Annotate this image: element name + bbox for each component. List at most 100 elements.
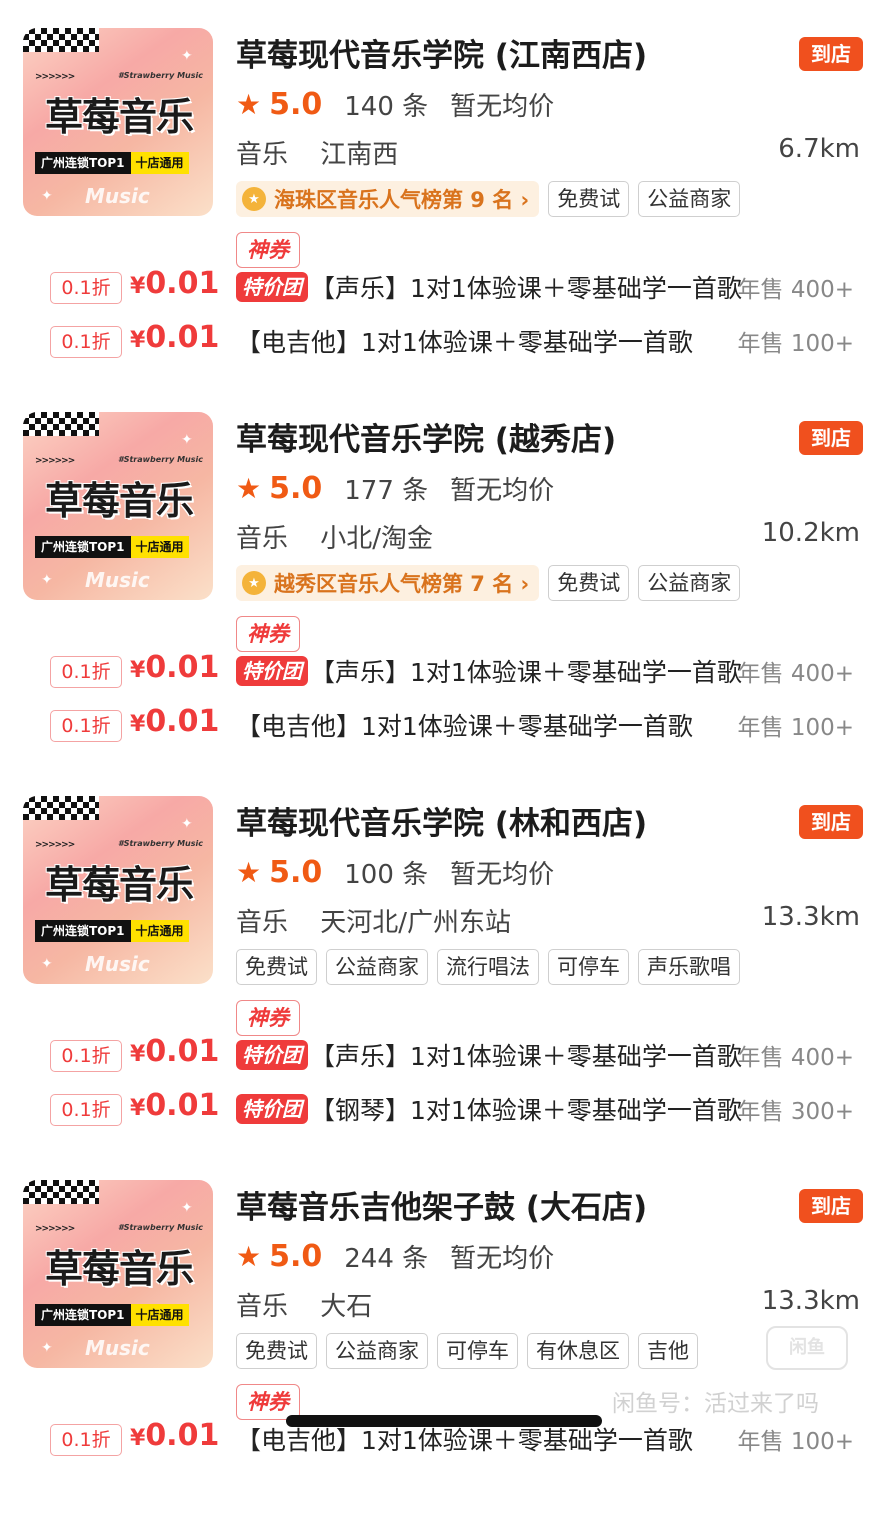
shop-thumbnail[interactable]: >>>>>> #Strawberry Music 草莓音乐 广州连锁TOP1 十… [23, 28, 213, 216]
thumb-band-left: 广州连锁TOP1 [35, 536, 131, 558]
discount-tag: 0.1折 [50, 656, 122, 688]
shop-card[interactable]: >>>>>> #Strawberry Music 草莓音乐 广州连锁TOP1 十… [0, 1152, 886, 1536]
deal-price: ¥0.01 [130, 1418, 219, 1453]
review-count: 244 条 [344, 1243, 429, 1274]
deal-description[interactable]: 特价团 【声乐】1对1体验课＋零基础学一首歌 [236, 652, 806, 690]
tejiatuan-badge: 特价团 [236, 272, 308, 302]
thumb-band-left: 广州连锁TOP1 [35, 920, 131, 942]
category: 音乐 [236, 524, 289, 554]
thumb-band-left: 广州连锁TOP1 [35, 152, 131, 174]
deal-row[interactable]: 0.1折 ¥0.01 特价团 【声乐】1对1体验课＋零基础学一首歌 年售 400… [0, 266, 886, 308]
deal-description[interactable]: 特价团 【钢琴】1对1体验课＋零基础学一首歌 [236, 1090, 806, 1128]
shop-thumbnail[interactable]: >>>>>> #Strawberry Music 草莓音乐 广州连锁TOP1 十… [23, 1180, 213, 1368]
discount-tag: 0.1折 [50, 1424, 122, 1456]
deal-price: ¥0.01 [130, 704, 219, 739]
shop-name[interactable]: 草莓音乐吉他架子鼓 (大石店) [236, 1182, 647, 1227]
deal-description[interactable]: 特价团 【声乐】1对1体验课＋零基础学一首歌 [236, 268, 806, 306]
shop-thumbnail[interactable]: >>>>>> #Strawberry Music 草莓音乐 广州连锁TOP1 十… [23, 412, 213, 600]
deal-row[interactable]: 0.1折 ¥0.01 特价团 【声乐】1对1体验课＋零基础学一首歌 年售 400… [0, 650, 886, 692]
discount-tag: 0.1折 [50, 1094, 122, 1126]
category-row: 音乐 大石 [236, 1286, 372, 1323]
ranking-badge[interactable]: ★ 越秀区音乐人气榜第 7 名 › [236, 565, 540, 601]
ranking-text: 海珠区音乐人气榜第 9 名 › [274, 188, 530, 212]
category: 音乐 [236, 908, 289, 938]
shop-name[interactable]: 草莓现代音乐学院 (越秀店) [236, 414, 616, 459]
daodian-badge: 到店 [799, 37, 863, 71]
area: 大石 [320, 1292, 373, 1322]
deal-name: 【声乐】1对1体验课＋零基础学一首歌 [310, 1042, 742, 1071]
tags-row: ★ 越秀区音乐人气榜第 7 名 › 免费试 公益商家 [236, 565, 741, 601]
price-value: 0.01 [145, 320, 220, 355]
sparkle-icon: ✦ [181, 1200, 193, 1216]
checker-pattern [23, 412, 99, 436]
feature-tag: 吉他 [638, 1333, 698, 1369]
category: 音乐 [236, 1292, 289, 1322]
thumb-title: 草莓音乐 [44, 1247, 194, 1291]
shop-thumbnail[interactable]: >>>>>> #Strawberry Music 草莓音乐 广州连锁TOP1 十… [23, 796, 213, 984]
sparkle-icon: ✦ [41, 572, 53, 588]
category-row: 音乐 小北/淘金 [236, 518, 433, 555]
rating-score: 5.0 [269, 854, 323, 890]
deal-name: 【电吉他】1对1体验课＋零基础学一首歌 [236, 712, 693, 741]
deal-price: ¥0.01 [130, 266, 219, 301]
star-icon: ★ [236, 471, 262, 505]
price-value: 0.01 [145, 1088, 220, 1123]
deal-description[interactable]: 【电吉他】1对1体验课＋零基础学一首歌 [236, 322, 722, 360]
tags-row: 免费试 公益商家 流行唱法 可停车 声乐歌唱 [236, 949, 740, 985]
annual-sales: 年售 400+ [737, 1045, 854, 1071]
tejiatuan-badge: 特价团 [236, 1040, 308, 1070]
sparkle-icon: ✦ [181, 432, 193, 448]
thumb-band: 广州连锁TOP1 十店通用 [35, 1304, 189, 1326]
deal-row[interactable]: 0.1折 ¥0.01 【电吉他】1对1体验课＋零基础学一首歌 年售 100+ [0, 704, 886, 746]
thumb-music-text: Music [85, 184, 150, 208]
deal-price: ¥0.01 [130, 1034, 219, 1069]
yen-symbol: ¥ [130, 1426, 146, 1451]
sparkle-icon: ✦ [181, 48, 193, 64]
price-value: 0.01 [145, 1034, 220, 1069]
feature-tag: 有休息区 [527, 1333, 629, 1369]
shop-name[interactable]: 草莓现代音乐学院 (江南西店) [236, 30, 647, 75]
deal-row[interactable]: 0.1折 ¥0.01 【电吉他】1对1体验课＋零基础学一首歌 年售 100+ [0, 320, 886, 362]
sparkle-icon: ✦ [41, 956, 53, 972]
annual-sales: 年售 400+ [737, 277, 854, 303]
yen-symbol: ¥ [130, 328, 146, 353]
price-value: 0.01 [145, 266, 220, 301]
shenquan-coupon-badge[interactable]: 神券 [236, 1000, 300, 1036]
deal-name: 【钢琴】1对1体验课＋零基础学一首歌 [310, 1096, 742, 1125]
price-value: 0.01 [145, 650, 220, 685]
home-indicator [286, 1415, 602, 1427]
shop-card[interactable]: >>>>>> #Strawberry Music 草莓音乐 广州连锁TOP1 十… [0, 384, 886, 768]
distance: 10.2km [761, 518, 860, 548]
sparkle-icon: ✦ [41, 1340, 53, 1356]
deal-row[interactable]: 0.1折 ¥0.01 特价团 【声乐】1对1体验课＋零基础学一首歌 年售 400… [0, 1034, 886, 1076]
thumb-title: 草莓音乐 [44, 479, 194, 523]
thumb-music-text: Music [85, 568, 150, 592]
star-icon: ★ [236, 1239, 262, 1273]
shenquan-coupon-badge[interactable]: 神券 [236, 616, 300, 652]
deal-row[interactable]: 0.1折 ¥0.01 特价团 【钢琴】1对1体验课＋零基础学一首歌 年售 300… [0, 1088, 886, 1130]
review-count: 177 条 [344, 475, 429, 506]
daodian-badge: 到店 [799, 1189, 863, 1223]
shop-card[interactable]: >>>>>> #Strawberry Music 草莓音乐 广州连锁TOP1 十… [0, 768, 886, 1152]
area: 天河北/广州东站 [320, 908, 512, 938]
review-count: 100 条 [344, 859, 429, 890]
shop-card[interactable]: >>>>>> #Strawberry Music 草莓音乐 广州连锁TOP1 十… [0, 0, 886, 384]
shop-list: >>>>>> #Strawberry Music 草莓音乐 广州连锁TOP1 十… [0, 0, 886, 1536]
deal-price: ¥0.01 [130, 320, 219, 355]
average-price: 暂无均价 [450, 475, 555, 506]
shop-name[interactable]: 草莓现代音乐学院 (林和西店) [236, 798, 647, 843]
thumb-band-right: 十店通用 [130, 1304, 189, 1326]
deal-description[interactable]: 特价团 【声乐】1对1体验课＋零基础学一首歌 [236, 1036, 806, 1074]
ranking-badge[interactable]: ★ 海珠区音乐人气榜第 9 名 › [236, 181, 540, 217]
star-icon: ★ [236, 855, 262, 889]
thumb-subtitle: #Strawberry Music [118, 839, 203, 848]
deal-description[interactable]: 【电吉他】1对1体验课＋零基础学一首歌 [236, 706, 722, 744]
review-count: 140 条 [344, 91, 429, 122]
rating-row: ★ 5.0 177 条 暂无均价 [236, 468, 554, 508]
area: 江南西 [320, 140, 399, 170]
thumb-title: 草莓音乐 [44, 863, 194, 907]
shenquan-coupon-badge[interactable]: 神券 [236, 232, 300, 268]
feature-tag: 公益商家 [638, 181, 741, 217]
ranking-text: 越秀区音乐人气榜第 7 名 › [274, 572, 530, 596]
category-row: 音乐 江南西 [236, 134, 398, 171]
